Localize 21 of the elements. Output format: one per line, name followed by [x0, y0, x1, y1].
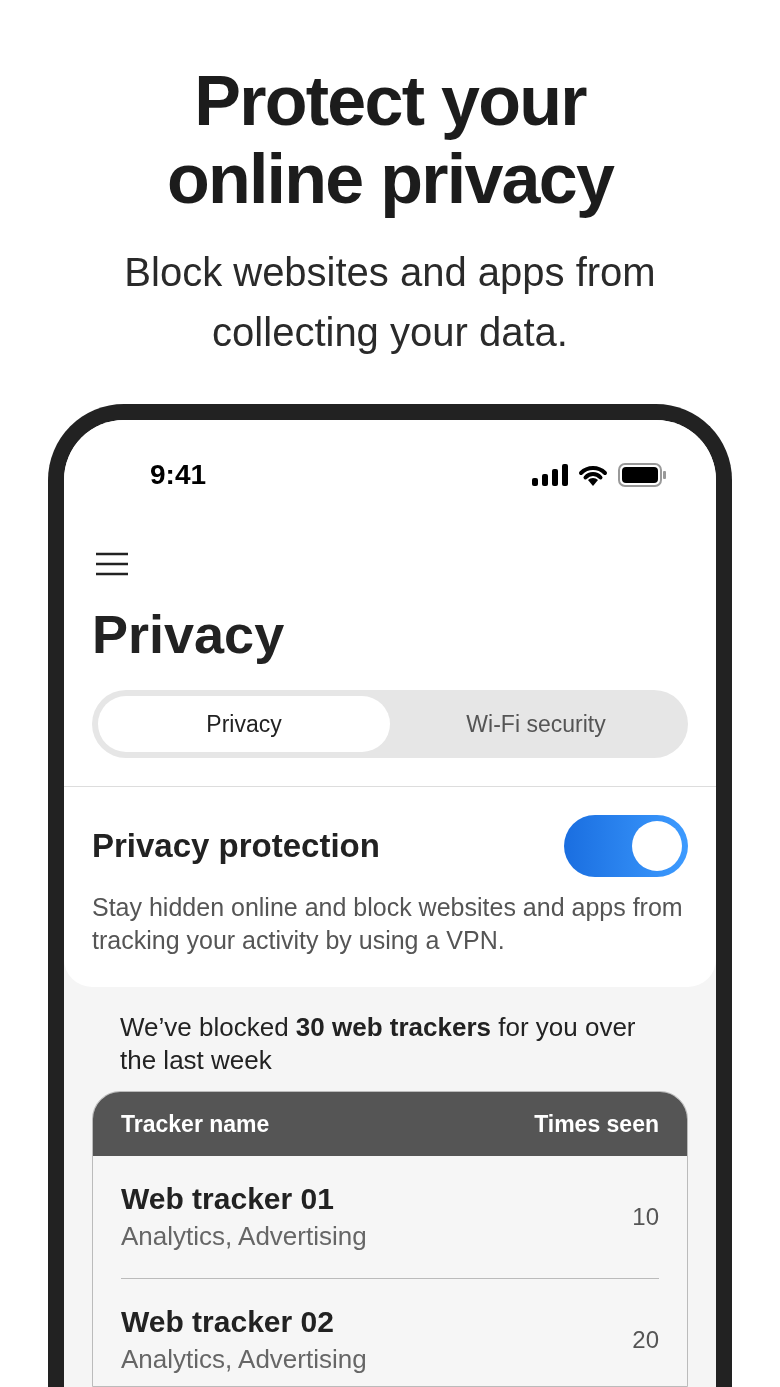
blocked-summary: We’ve blocked 30 web trackers for you over the last week [120, 1011, 637, 1077]
subheadline: Block websites and apps from collecting your data. [123, 249, 657, 356]
page-title: Privacy [92, 603, 286, 666]
segment-tab[interactable]: Privacy [98, 696, 390, 752]
tracker-categories: Analytics, Advertising [121, 1342, 367, 1376]
menu-icon[interactable] [96, 552, 128, 576]
tracker-categories: Analytics, Advertising [121, 1220, 367, 1253]
protection-description: Stay hidden online and block websites and apps from tracking your activity by using a VPN. [92, 892, 684, 956]
battery-icon [618, 463, 666, 487]
tracker-name: Web tracker 02 [121, 1303, 335, 1340]
signal-icon [532, 464, 568, 486]
protection-title: Privacy protection [92, 826, 380, 867]
column-header: Times seen [534, 1109, 659, 1139]
times-seen: 10 [632, 1202, 659, 1232]
tracker-name: Web tracker 01 [121, 1181, 335, 1217]
headline: Protect your online privacy [165, 62, 616, 218]
column-header: Tracker name [121, 1109, 270, 1139]
segment-tab[interactable]: Wi-Fi security [390, 696, 682, 752]
wifi-icon [578, 464, 608, 486]
status-time: 9:41 [150, 458, 207, 492]
times-seen: 20 [632, 1324, 659, 1355]
